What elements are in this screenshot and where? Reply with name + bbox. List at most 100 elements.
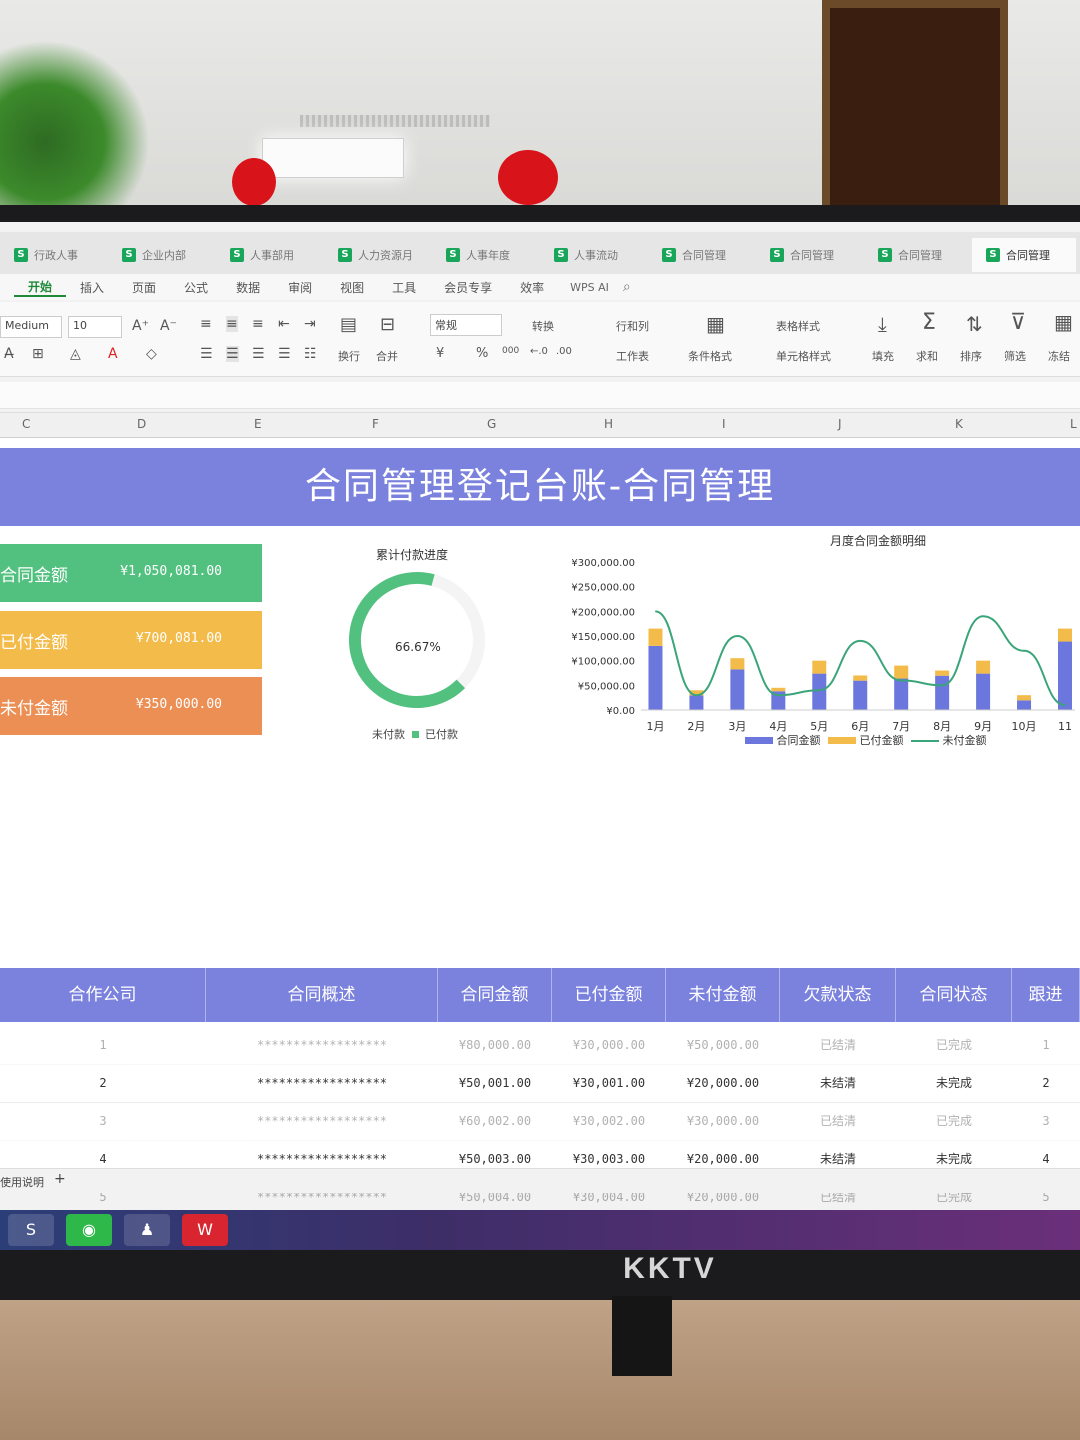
justify-icon[interactable]: ☰ <box>278 346 291 362</box>
sort-button[interactable]: 排序 <box>960 348 982 364</box>
document-tab[interactable]: S 人事部用 <box>216 238 320 272</box>
clear-format-icon[interactable]: ◇ <box>146 346 157 362</box>
worksheet-button[interactable]: 工作表 <box>616 348 649 364</box>
strikethrough-icon[interactable]: A̶ <box>4 346 14 362</box>
menu-data[interactable]: 数据 <box>222 279 274 296</box>
column-header[interactable]: F <box>372 417 379 431</box>
cell-summary[interactable]: ****************** <box>206 1102 438 1140</box>
menu-formula[interactable]: 公式 <box>170 279 222 296</box>
fill-icon[interactable]: ⤓ <box>878 312 887 336</box>
cell-contract-status[interactable]: 已完成 <box>896 1026 1012 1064</box>
align-right-icon[interactable]: ☰ <box>252 346 265 362</box>
currency-format-button[interactable]: ¥ <box>436 346 444 361</box>
document-tab[interactable]: S 合同管理 <box>648 238 752 272</box>
filter-icon[interactable]: ⊽ <box>1010 310 1026 335</box>
border-icon[interactable]: ⊞ <box>32 346 44 362</box>
font-color-icon[interactable]: A <box>108 346 118 362</box>
header-summary[interactable]: 合同概述 <box>206 968 438 1022</box>
column-header[interactable]: K <box>955 417 963 431</box>
menu-review[interactable]: 审阅 <box>274 279 326 296</box>
document-tab[interactable]: S 人力资源月 <box>324 238 428 272</box>
sheet-tab[interactable]: 使用说明 <box>0 1174 44 1190</box>
menu-view[interactable]: 视图 <box>326 279 378 296</box>
sum-button[interactable]: 求和 <box>916 348 938 364</box>
column-header[interactable]: J <box>838 417 842 431</box>
formula-bar[interactable] <box>0 382 1080 409</box>
header-unpaid[interactable]: 未付金额 <box>666 968 780 1022</box>
cell-amount[interactable]: ¥50,001.00 <box>438 1064 552 1102</box>
menu-page[interactable]: 页面 <box>118 279 170 296</box>
font-size-select[interactable]: 10 <box>68 316 122 338</box>
cell-follow[interactable]: 1 <box>1012 1026 1080 1064</box>
cell-debt-status[interactable]: 已结清 <box>780 1102 896 1140</box>
decrease-font-icon[interactable]: A⁻ <box>160 318 177 334</box>
align-center-icon[interactable]: ☰ <box>226 346 239 362</box>
cell-contract-status[interactable]: 未完成 <box>896 1064 1012 1102</box>
menu-member[interactable]: 会员专享 <box>430 279 506 296</box>
filter-button[interactable]: 筛选 <box>1004 348 1026 364</box>
qq-icon[interactable]: ♟ <box>124 1214 170 1246</box>
indent-decrease-icon[interactable]: ⇤ <box>278 316 290 332</box>
increase-font-icon[interactable]: A⁺ <box>132 318 149 334</box>
table-row[interactable]: 3 ****************** ¥60,002.00 ¥30,002.00 ¥… <box>0 1102 1080 1141</box>
rows-cols-button[interactable]: 行和列 <box>616 318 649 334</box>
decimal-increase-icon[interactable]: ←.0 <box>530 346 548 357</box>
cell-unpaid[interactable]: ¥50,000.00 <box>666 1026 780 1064</box>
cell-contract-status[interactable]: 已完成 <box>896 1102 1012 1140</box>
menu-insert[interactable]: 插入 <box>66 279 118 296</box>
column-header[interactable]: G <box>487 417 496 431</box>
header-amount[interactable]: 合同金额 <box>438 968 552 1022</box>
document-tab[interactable]: S 人事流动 <box>540 238 644 272</box>
cell-company[interactable]: 1 <box>0 1026 206 1064</box>
header-follow[interactable]: 跟进 <box>1012 968 1080 1022</box>
indent-increase-icon[interactable]: ⇥ <box>304 316 316 332</box>
document-tab[interactable]: S 人事年度 <box>432 238 536 272</box>
cell-debt-status[interactable]: 已结清 <box>780 1026 896 1064</box>
cell-follow[interactable]: 3 <box>1012 1102 1080 1140</box>
table-row[interactable]: 1 ****************** ¥80,000.00 ¥30,000.00 ¥… <box>0 1026 1080 1065</box>
freeze-icon[interactable]: ▦ <box>1054 310 1073 334</box>
menu-tools[interactable]: 工具 <box>378 279 430 296</box>
freeze-button[interactable]: 冻结 <box>1048 348 1070 364</box>
align-middle-icon[interactable]: ≡ <box>226 316 238 332</box>
fill-button[interactable]: 填充 <box>872 348 894 364</box>
wechat-icon[interactable]: ◉ <box>66 1214 112 1246</box>
document-tab[interactable]: S 行政人事 <box>0 238 104 272</box>
document-tab[interactable]: S 合同管理 <box>864 238 968 272</box>
merge-button[interactable]: 合并 <box>376 348 398 364</box>
cell-amount[interactable]: ¥60,002.00 <box>438 1102 552 1140</box>
align-left-icon[interactable]: ☰ <box>200 346 213 362</box>
search-icon[interactable]: ⌕ <box>623 279 631 295</box>
cell-paid[interactable]: ¥30,002.00 <box>552 1102 666 1140</box>
cell-style-button[interactable]: 单元格样式 <box>776 348 831 364</box>
cell-unpaid[interactable]: ¥20,000.00 <box>666 1064 780 1102</box>
conditional-format-icon[interactable]: ▦ <box>706 312 725 336</box>
column-header[interactable]: L <box>1070 417 1077 431</box>
header-contract-status[interactable]: 合同状态 <box>896 968 1012 1022</box>
cell-paid[interactable]: ¥30,001.00 <box>552 1064 666 1102</box>
sogou-icon[interactable]: S <box>8 1214 54 1246</box>
document-tab[interactable]: S 合同管理 <box>972 238 1076 272</box>
document-tab[interactable]: S 合同管理 <box>756 238 860 272</box>
column-header[interactable]: C <box>22 417 30 431</box>
table-row[interactable]: 2 ****************** ¥50,001.00 ¥30,001.00 ¥… <box>0 1064 1080 1103</box>
conditional-format-button[interactable]: 条件格式 <box>688 348 732 364</box>
menu-home[interactable]: 开始 <box>14 278 67 297</box>
header-debt-status[interactable]: 欠款状态 <box>780 968 896 1022</box>
merge-icon[interactable]: ⊟ <box>380 314 395 335</box>
cell-amount[interactable]: ¥80,000.00 <box>438 1026 552 1064</box>
cell-summary[interactable]: ****************** <box>206 1064 438 1102</box>
add-sheet-button[interactable]: + <box>54 1171 66 1187</box>
cell-debt-status[interactable]: 未结清 <box>780 1064 896 1102</box>
column-header[interactable]: H <box>604 417 613 431</box>
cell-company[interactable]: 2 <box>0 1064 206 1102</box>
menu-efficiency[interactable]: 效率 <box>506 279 558 296</box>
table-style-button[interactable]: 表格样式 <box>776 318 820 334</box>
wrap-text-icon[interactable]: ▤ <box>340 314 357 335</box>
cell-paid[interactable]: ¥30,000.00 <box>552 1026 666 1064</box>
wrap-text-button[interactable]: 换行 <box>338 348 360 364</box>
sort-icon[interactable]: ⇅ <box>966 312 983 336</box>
fill-color-icon[interactable]: ◬ <box>70 346 81 362</box>
document-tab[interactable]: S 企业内部 <box>108 238 212 272</box>
header-paid[interactable]: 已付金额 <box>552 968 666 1022</box>
